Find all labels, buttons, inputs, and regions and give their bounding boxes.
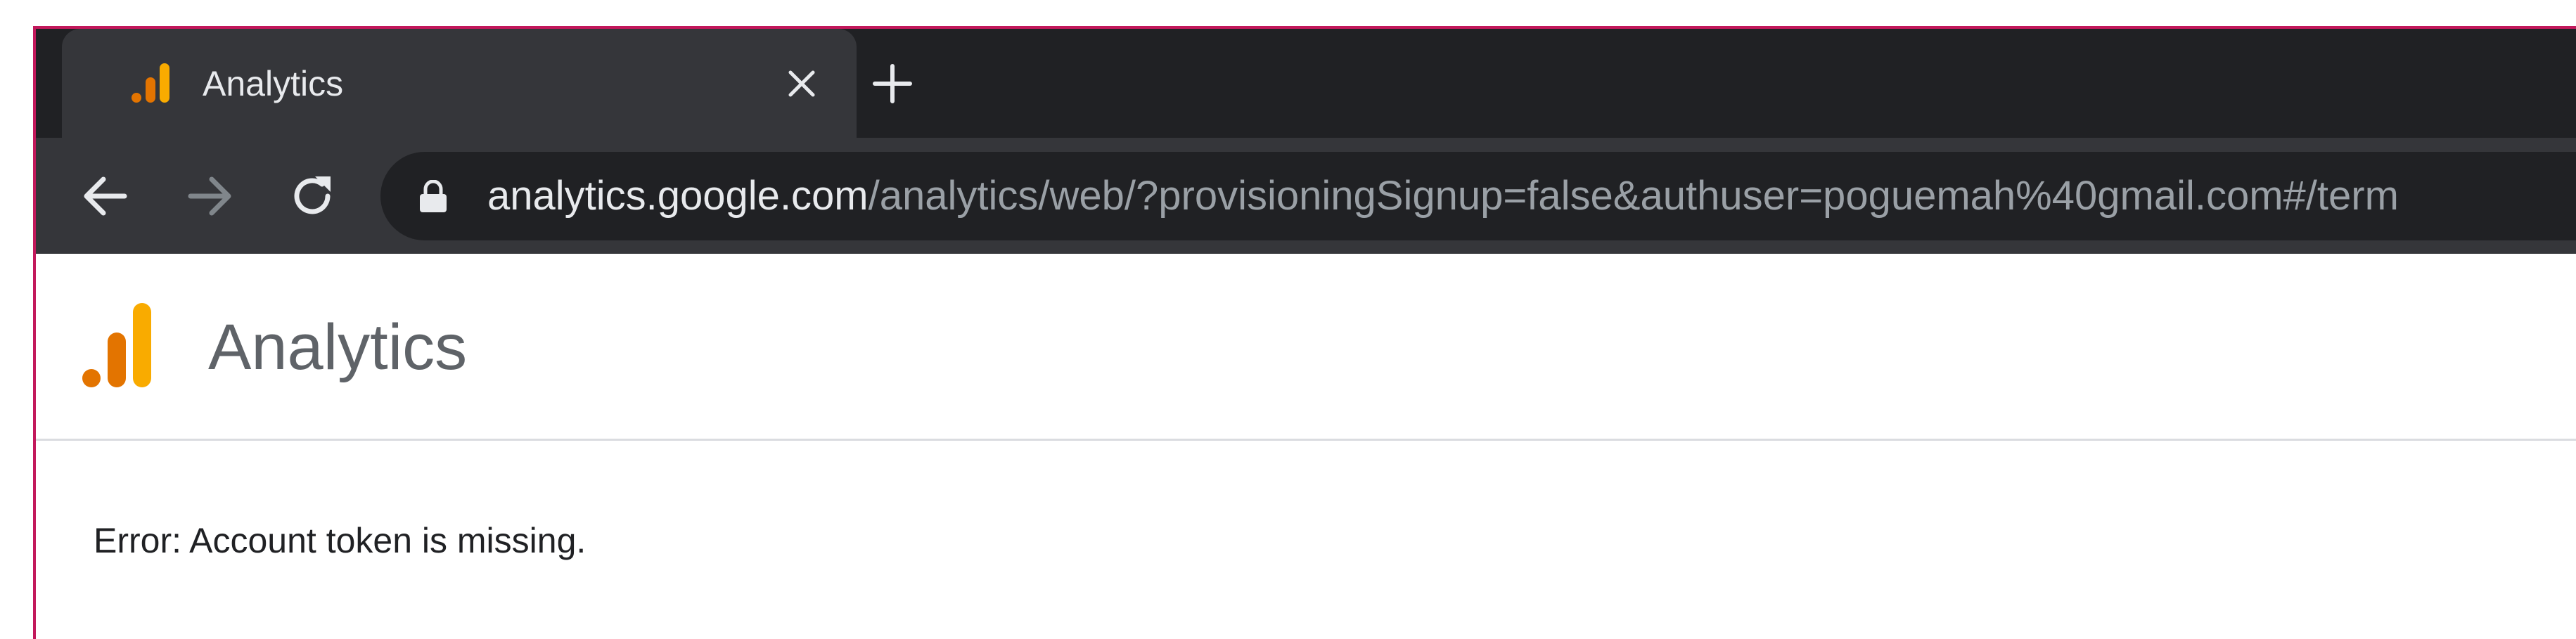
address-bar[interactable]: analytics.google.com/analytics/web/?prov… (380, 152, 2576, 240)
app-header: Analytics (36, 254, 2576, 441)
google-analytics-logo[interactable] (78, 303, 162, 387)
url-host: analytics.google.com (487, 173, 869, 219)
lock-icon[interactable] (418, 180, 449, 214)
tab-strip: Analytics (36, 29, 2576, 138)
plus-icon[interactable] (869, 60, 916, 107)
browser-window: Analytics analytics.google.com/analytics… (33, 26, 2576, 639)
reload-icon[interactable] (282, 166, 342, 226)
url-path: /analytics/web/?provisioningSignup=false… (868, 173, 2399, 219)
error-message: Error: Account token is missing. (94, 521, 587, 560)
browser-toolbar: analytics.google.com/analytics/web/?prov… (36, 138, 2576, 254)
arrow-back-icon[interactable] (75, 166, 135, 226)
url-text[interactable]: analytics.google.com/analytics/web/?prov… (487, 173, 2399, 219)
tab-analytics[interactable]: Analytics (62, 29, 857, 138)
google-analytics-icon (132, 63, 169, 103)
arrow-forward-icon[interactable] (180, 166, 241, 226)
product-name[interactable]: Analytics (208, 309, 467, 386)
close-icon[interactable] (781, 63, 823, 105)
tab-title: Analytics (203, 64, 344, 103)
